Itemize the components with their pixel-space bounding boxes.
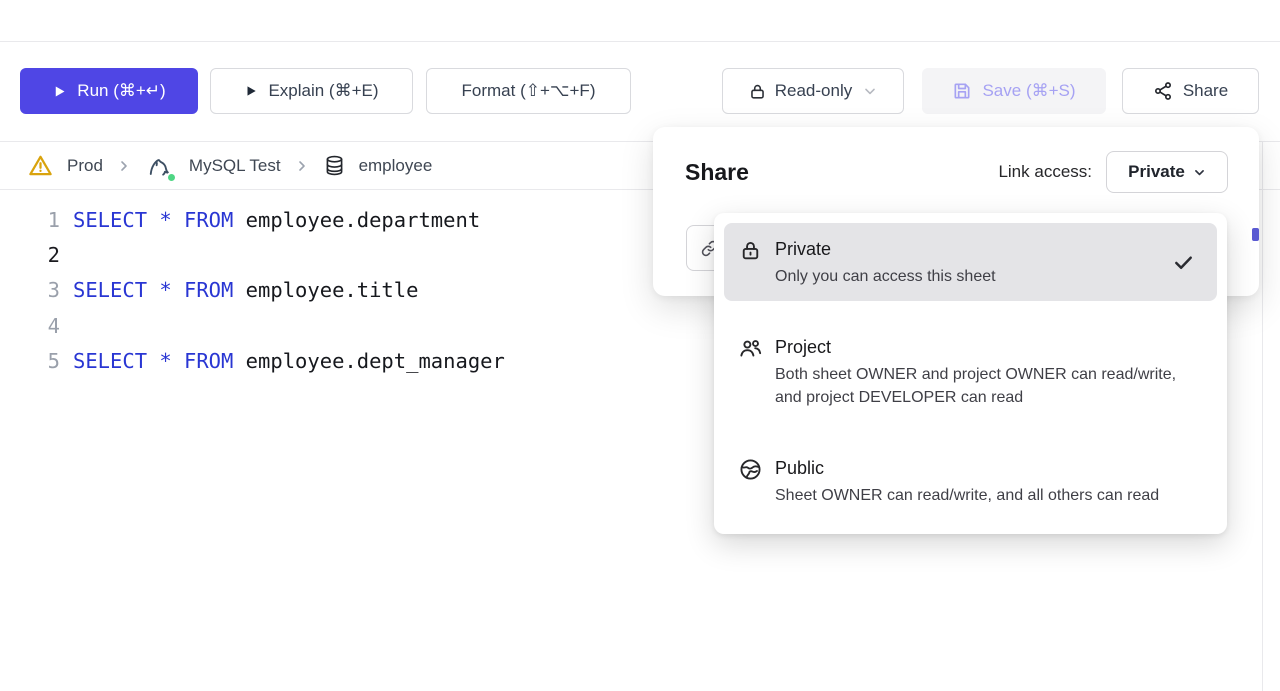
right-pane-divider: [1262, 141, 1263, 691]
run-button[interactable]: Run (⌘+↵): [20, 68, 198, 114]
sql-keyword: FROM: [184, 349, 233, 373]
share-popup-title: Share: [685, 159, 749, 186]
lock-icon: [738, 238, 763, 263]
mysql-dolphin-icon: [145, 151, 176, 181]
line-number: 1: [0, 203, 60, 238]
option-title: Project: [775, 334, 1207, 360]
sql-keyword: SELECT: [73, 278, 147, 302]
warning-triangle-icon: [27, 152, 54, 179]
breadcrumb-instance[interactable]: MySQL Test: [189, 156, 281, 176]
share-button[interactable]: Share: [1122, 68, 1259, 114]
readonly-label: Read-only: [775, 81, 853, 101]
breadcrumb-environment[interactable]: Prod: [67, 156, 103, 176]
line-number: 3: [0, 273, 60, 308]
sql-keyword: FROM: [184, 278, 233, 302]
database-icon: [323, 154, 346, 177]
sql-identifier: employee.department: [246, 208, 481, 232]
share-popup-header: Share Link access: Private: [685, 151, 1228, 193]
access-option-private[interactable]: Private Only you can access this sheet: [724, 223, 1217, 301]
sql-keyword: SELECT: [73, 208, 147, 232]
play-icon: [244, 84, 258, 98]
option-title: Private: [775, 236, 1160, 262]
breadcrumb-chevron-icon: [294, 158, 310, 174]
save-icon: [952, 81, 972, 101]
run-label: Run (⌘+↵): [77, 81, 165, 101]
globe-icon: [738, 457, 763, 482]
sql-operator: *: [159, 208, 171, 232]
format-button[interactable]: Format (⇧+⌥+F): [426, 68, 631, 114]
breadcrumb-database[interactable]: employee: [359, 156, 433, 176]
link-access-label: Link access:: [998, 162, 1092, 182]
line-number: 5: [0, 344, 60, 379]
access-option-project[interactable]: Project Both sheet OWNER and project OWN…: [724, 321, 1217, 422]
link-access-dropdown-button[interactable]: Private: [1106, 151, 1228, 193]
access-option-public[interactable]: Public Sheet OWNER can read/write, and a…: [724, 442, 1217, 520]
chevron-down-icon: [1193, 166, 1206, 179]
sql-identifier: employee.title: [246, 278, 419, 302]
explain-button[interactable]: Explain (⌘+E): [210, 68, 413, 114]
check-icon: [1172, 251, 1195, 274]
link-access-menu: Private Only you can access this sheet P…: [714, 213, 1227, 534]
save-button[interactable]: Save (⌘+S): [922, 68, 1106, 114]
share-nodes-icon: [1153, 81, 1173, 101]
link-access-value: Private: [1128, 162, 1185, 182]
option-description: Only you can access this sheet: [775, 265, 1160, 288]
readonly-dropdown-button[interactable]: Read-only: [722, 68, 904, 114]
save-label: Save (⌘+S): [982, 81, 1075, 101]
sql-identifier: employee.dept_manager: [246, 349, 505, 373]
sql-keyword: FROM: [184, 208, 233, 232]
connection-status-dot: [166, 172, 177, 183]
lock-icon: [748, 82, 767, 101]
chevron-down-icon: [862, 83, 878, 99]
explain-label: Explain (⌘+E): [268, 81, 378, 101]
sql-keyword: SELECT: [73, 349, 147, 373]
line-number-active: 2: [0, 238, 60, 273]
top-divider: [0, 41, 1280, 42]
line-number: 4: [0, 309, 60, 344]
user-group-icon: [738, 336, 763, 361]
option-title: Public: [775, 455, 1207, 481]
share-label: Share: [1183, 81, 1228, 101]
option-description: Both sheet OWNER and project OWNER can r…: [775, 363, 1177, 409]
breadcrumb-chevron-icon: [116, 158, 132, 174]
sql-operator: *: [159, 278, 171, 302]
option-description: Sheet OWNER can read/write, and all othe…: [775, 484, 1177, 507]
sql-operator: *: [159, 349, 171, 373]
format-label: Format (⇧+⌥+F): [462, 81, 596, 101]
copy-link-button-edge[interactable]: [1252, 228, 1259, 241]
play-icon: [52, 84, 67, 99]
